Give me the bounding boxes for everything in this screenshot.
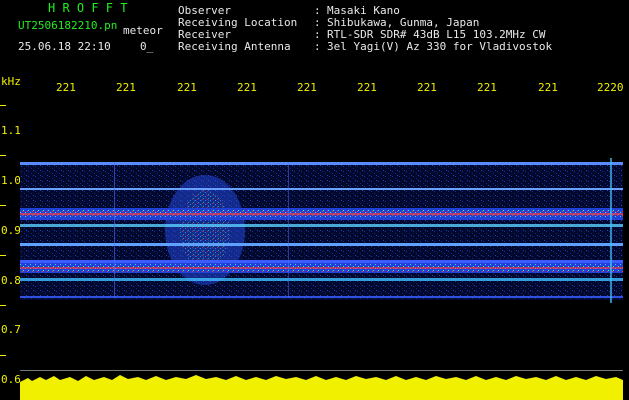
meteor-burst (180, 190, 230, 270)
amplitude-trace (20, 375, 623, 384)
signal-band (20, 296, 623, 298)
filename: UT2506182210.pn (18, 19, 118, 32)
signal-band (20, 278, 623, 281)
signal-band (20, 188, 623, 190)
freq-minor-tick (0, 155, 6, 156)
freq-minor-tick (0, 355, 6, 356)
time-tick-label: 221 (477, 81, 497, 94)
freq-minor-tick (0, 255, 6, 256)
freq-tick-label: 0.7 (1, 323, 21, 336)
counter: 0_ (140, 40, 154, 53)
time-tick-label: 2220 (597, 81, 624, 94)
signal-band (20, 162, 623, 165)
amplitude-baseline (20, 370, 623, 371)
amplitude-fill (20, 382, 623, 400)
time-tick-label: 221 (116, 81, 136, 94)
time-marker (610, 158, 612, 303)
time-marker (288, 162, 289, 298)
time-tick-label: 221 (357, 81, 377, 94)
signal-band (20, 213, 623, 215)
time-tick-label: 221 (538, 81, 558, 94)
freq-tick-label: 0.6 (1, 373, 21, 386)
program-title: H R O F F T (48, 1, 128, 15)
freq-minor-tick (0, 105, 6, 106)
time-tick-label: 221 (56, 81, 76, 94)
datetime: 25.06.18 22:10 (18, 40, 111, 53)
freq-tick-label: 0.9 (1, 224, 21, 237)
freq-minor-tick (0, 205, 6, 206)
info-label-antenna: Receiving Antenna (178, 40, 291, 53)
spectrogram-plot (20, 100, 623, 380)
freq-tick-label: 0.8 (1, 274, 21, 287)
signal-band (20, 267, 623, 269)
freq-minor-tick (0, 305, 6, 306)
info-separator: : (314, 40, 321, 53)
info-value-antenna: 3el Yagi(V) Az 330 for Vladivostok (327, 40, 553, 53)
time-tick-label: 221 (417, 81, 437, 94)
time-marker (114, 162, 115, 298)
freq-tick-label: 1.1 (1, 124, 21, 137)
freq-tick-label: 1.0 (1, 174, 21, 187)
time-tick-label: 221 (297, 81, 317, 94)
signal-band (20, 243, 623, 246)
time-tick-label: 221 (177, 81, 197, 94)
signal-band (20, 224, 623, 227)
freq-unit-label: kHz (1, 75, 21, 88)
mode-label: meteor (123, 24, 163, 37)
amplitude-strip (20, 374, 623, 400)
time-tick-label: 221 (237, 81, 257, 94)
hrofft-spectrogram-window: H R O F F T UT2506182210.pn meteor 25.06… (0, 0, 629, 400)
